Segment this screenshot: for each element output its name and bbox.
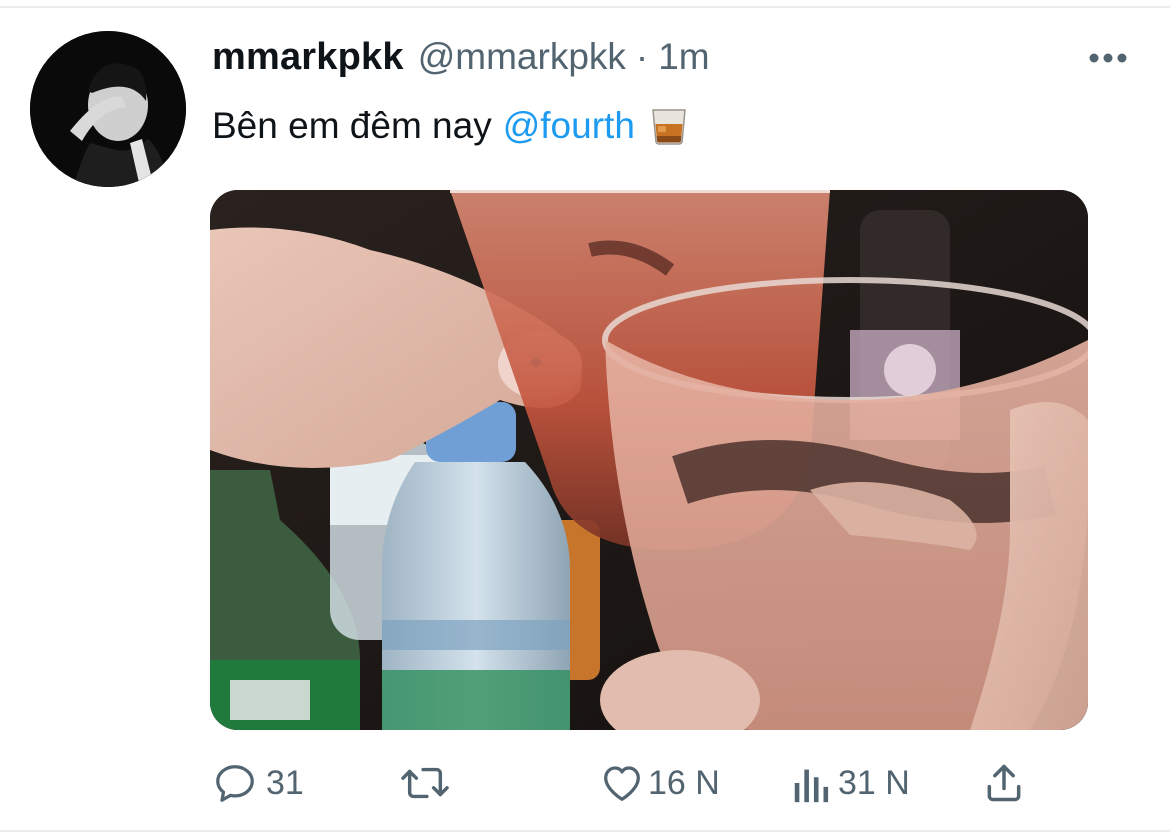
tweet-header: mmarkpkk @mmarkpkk · 1m xyxy=(212,36,710,82)
tweet-body: Bên em đêm nay xyxy=(212,105,492,146)
user-handle[interactable]: @mmarkpkk xyxy=(418,36,626,78)
action-bar: 31 16 N 31 N xyxy=(212,752,1042,814)
views-button[interactable]: 31 N xyxy=(790,752,910,814)
separator-dot: · xyxy=(635,36,649,77)
more-horizontal-icon[interactable] xyxy=(1086,50,1130,66)
tweet-text: Bên em đêm nay @fourth xyxy=(212,104,689,148)
reply-count: 31 xyxy=(266,763,304,802)
views-icon xyxy=(790,760,834,806)
reply-icon xyxy=(212,760,258,806)
reply-button[interactable]: 31 xyxy=(212,752,304,814)
retweet-icon xyxy=(400,760,450,806)
tweet-photo[interactable] xyxy=(210,190,1088,730)
display-name[interactable]: mmarkpkk xyxy=(212,36,404,79)
photo-image xyxy=(210,190,1088,730)
tumbler-glass-emoji xyxy=(649,106,689,146)
timestamp[interactable]: 1m xyxy=(658,36,709,78)
tweet-card: mmarkpkk @mmarkpkk · 1m Bên em đêm nay @… xyxy=(0,0,1170,840)
view-count: 31 N xyxy=(838,763,910,802)
heart-icon xyxy=(598,760,646,806)
top-divider xyxy=(0,0,1170,8)
avatar-photo xyxy=(30,31,186,187)
mention-link[interactable]: @fourth xyxy=(503,104,635,148)
like-button[interactable]: 16 N xyxy=(598,752,720,814)
like-count: 16 N xyxy=(648,763,720,802)
avatar[interactable] xyxy=(30,31,186,187)
retweet-button[interactable] xyxy=(400,752,458,814)
share-button[interactable] xyxy=(982,752,1026,814)
bottom-divider xyxy=(0,830,1170,840)
share-icon xyxy=(982,760,1026,806)
